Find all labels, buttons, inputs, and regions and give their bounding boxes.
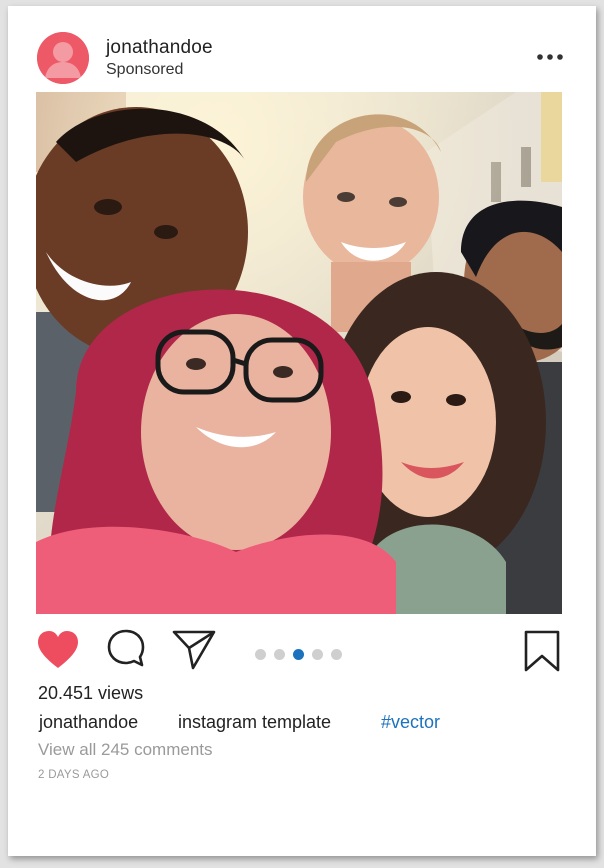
post-timestamp: 2 DAYS AGO (38, 769, 110, 781)
hashtag-link[interactable]: #vector (381, 712, 440, 733)
carousel-dot[interactable] (312, 649, 323, 660)
post-card: jonathandoe Sponsored 20.451 views jonat… (8, 6, 596, 856)
user-avatar-icon (37, 32, 89, 84)
carousel-indicator (255, 649, 342, 660)
avatar[interactable] (37, 32, 89, 84)
sponsored-label: Sponsored (106, 61, 184, 78)
more-dots-icon[interactable] (535, 50, 565, 64)
carousel-dot[interactable] (293, 649, 304, 660)
post-photo[interactable] (36, 92, 562, 614)
paper-plane-icon[interactable] (172, 628, 216, 670)
caption-text: instagram template (178, 712, 332, 732)
view-comments-link[interactable]: View all 245 comments (38, 740, 213, 760)
carousel-dot[interactable] (255, 649, 266, 660)
carousel-dot[interactable] (331, 649, 342, 660)
post-username[interactable]: jonathandoe (106, 37, 213, 59)
comment-icon[interactable] (106, 628, 146, 668)
heart-icon[interactable] (37, 630, 79, 670)
bookmark-icon[interactable] (523, 630, 561, 672)
caption-username[interactable]: jonathandoe (39, 712, 138, 733)
views-count: 20.451 views (38, 683, 144, 703)
carousel-dot[interactable] (274, 649, 285, 660)
